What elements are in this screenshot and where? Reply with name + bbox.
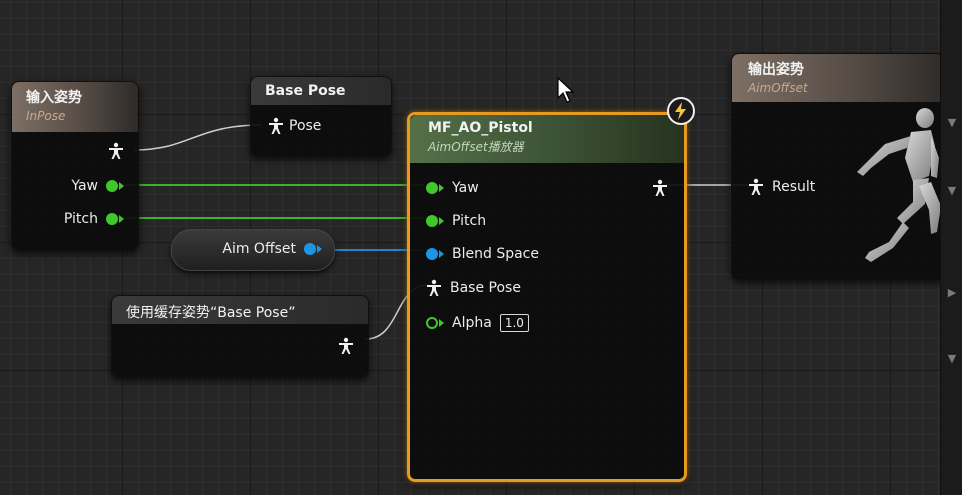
person-pose-icon <box>427 279 441 296</box>
aim-offset-variable-node[interactable]: Aim Offset <box>171 229 335 271</box>
pin-arrow-icon <box>439 217 444 225</box>
inpose-pose-output-pin[interactable] <box>108 142 124 160</box>
float-pin-icon <box>106 213 118 225</box>
person-pose-icon <box>339 337 353 354</box>
mf-base-pose-label: Base Pose <box>450 280 521 296</box>
base-pose-pin-label: Pose <box>289 118 322 134</box>
scroll-right-icon[interactable]: ▶ <box>945 286 959 300</box>
cached-pose-node[interactable]: 使用缓存姿势“Base Pose” <box>111 295 369 378</box>
cached-pose-header: 使用缓存姿势“Base Pose” <box>112 296 368 324</box>
person-pose-icon <box>653 179 667 196</box>
mf-yaw-pin[interactable]: Yaw <box>426 180 479 196</box>
inpose-yaw-label: Yaw <box>71 178 98 194</box>
float-pin-empty-icon <box>426 317 438 329</box>
object-pin-icon <box>426 248 438 260</box>
mf-alpha-label: Alpha <box>452 315 492 331</box>
person-pose-icon <box>109 142 123 159</box>
aim-offset-label: Aim Offset <box>222 241 296 257</box>
output-pose-header: 输出姿势 AimOffset <box>732 54 944 102</box>
inpose-pitch-pin[interactable]: Pitch <box>64 211 124 227</box>
pin-arrow-icon <box>119 215 124 223</box>
pin-arrow-icon <box>317 245 322 253</box>
pin-arrow-icon <box>439 319 444 327</box>
scroll-down-icon[interactable]: ▼ <box>945 352 959 366</box>
cached-pose-title: 使用缓存姿势“Base Pose” <box>126 305 296 321</box>
input-pose-header: 输入姿势 InPose <box>12 82 138 132</box>
pin-arrow-icon <box>119 182 124 190</box>
output-pose-title: 输出姿势 <box>748 62 804 78</box>
result-pin[interactable]: Result <box>748 178 815 196</box>
cached-pose-output-pin[interactable] <box>338 337 354 355</box>
base-pose-node[interactable]: Base Pose Pose <box>250 76 392 157</box>
wire-inpose-to-basepose <box>133 124 263 151</box>
mf-pitch-label: Pitch <box>452 213 487 229</box>
person-pose-icon <box>269 117 283 134</box>
output-pose-node[interactable]: 输出姿势 AimOffset Result <box>731 53 945 280</box>
float-pin-icon <box>426 215 438 227</box>
mouse-cursor-icon <box>557 77 575 103</box>
lightning-icon <box>667 97 695 125</box>
running-mannequin-icon <box>857 108 941 262</box>
mf-blend-space-label: Blend Space <box>452 246 539 262</box>
alpha-value-input[interactable]: 1.0 <box>499 314 529 332</box>
right-scrollbar[interactable]: ▼ ▼ ▶ ▼ <box>940 0 962 495</box>
object-pin-icon <box>304 243 316 255</box>
aim-offset-output-pin[interactable]: Aim Offset <box>222 241 322 257</box>
mf-ao-pistol-node[interactable]: MF_AO_Pistol AimOffset播放器 Yaw Pitch Blen… <box>407 112 687 482</box>
mf-base-pose-pin[interactable]: Base Pose <box>426 279 521 297</box>
base-pose-header: Base Pose <box>251 77 391 105</box>
input-pose-title: 输入姿势 <box>26 90 82 106</box>
pin-arrow-icon <box>439 250 444 258</box>
person-pose-icon <box>749 178 763 195</box>
mf-pitch-pin[interactable]: Pitch <box>426 213 486 229</box>
mf-ao-pistol-header: MF_AO_Pistol AimOffset播放器 <box>410 115 684 163</box>
scroll-down-icon[interactable]: ▼ <box>945 184 959 198</box>
float-pin-icon <box>426 182 438 194</box>
input-pose-node[interactable]: 输入姿势 InPose Yaw Pitch <box>11 81 139 251</box>
mf-ao-pistol-subtitle: AimOffset播放器 <box>428 140 524 154</box>
mf-pose-output-pin[interactable] <box>652 179 668 197</box>
scroll-up-icon[interactable]: ▼ <box>945 116 959 130</box>
mf-yaw-label: Yaw <box>452 180 479 196</box>
inpose-pitch-label: Pitch <box>63 211 98 227</box>
mf-ao-pistol-title: MF_AO_Pistol <box>428 120 533 136</box>
float-pin-icon <box>106 180 118 192</box>
inpose-yaw-pin[interactable]: Yaw <box>71 178 124 194</box>
output-pose-subtitle: AimOffset <box>748 81 808 95</box>
mf-alpha-pin[interactable]: Alpha 1.0 <box>426 314 529 332</box>
pin-arrow-icon <box>439 184 444 192</box>
input-pose-subtitle: InPose <box>26 109 66 123</box>
base-pose-pin[interactable]: Pose <box>268 117 321 135</box>
base-pose-title: Base Pose <box>265 83 346 99</box>
mf-blend-space-pin[interactable]: Blend Space <box>426 246 539 262</box>
result-pin-label: Result <box>772 179 816 195</box>
